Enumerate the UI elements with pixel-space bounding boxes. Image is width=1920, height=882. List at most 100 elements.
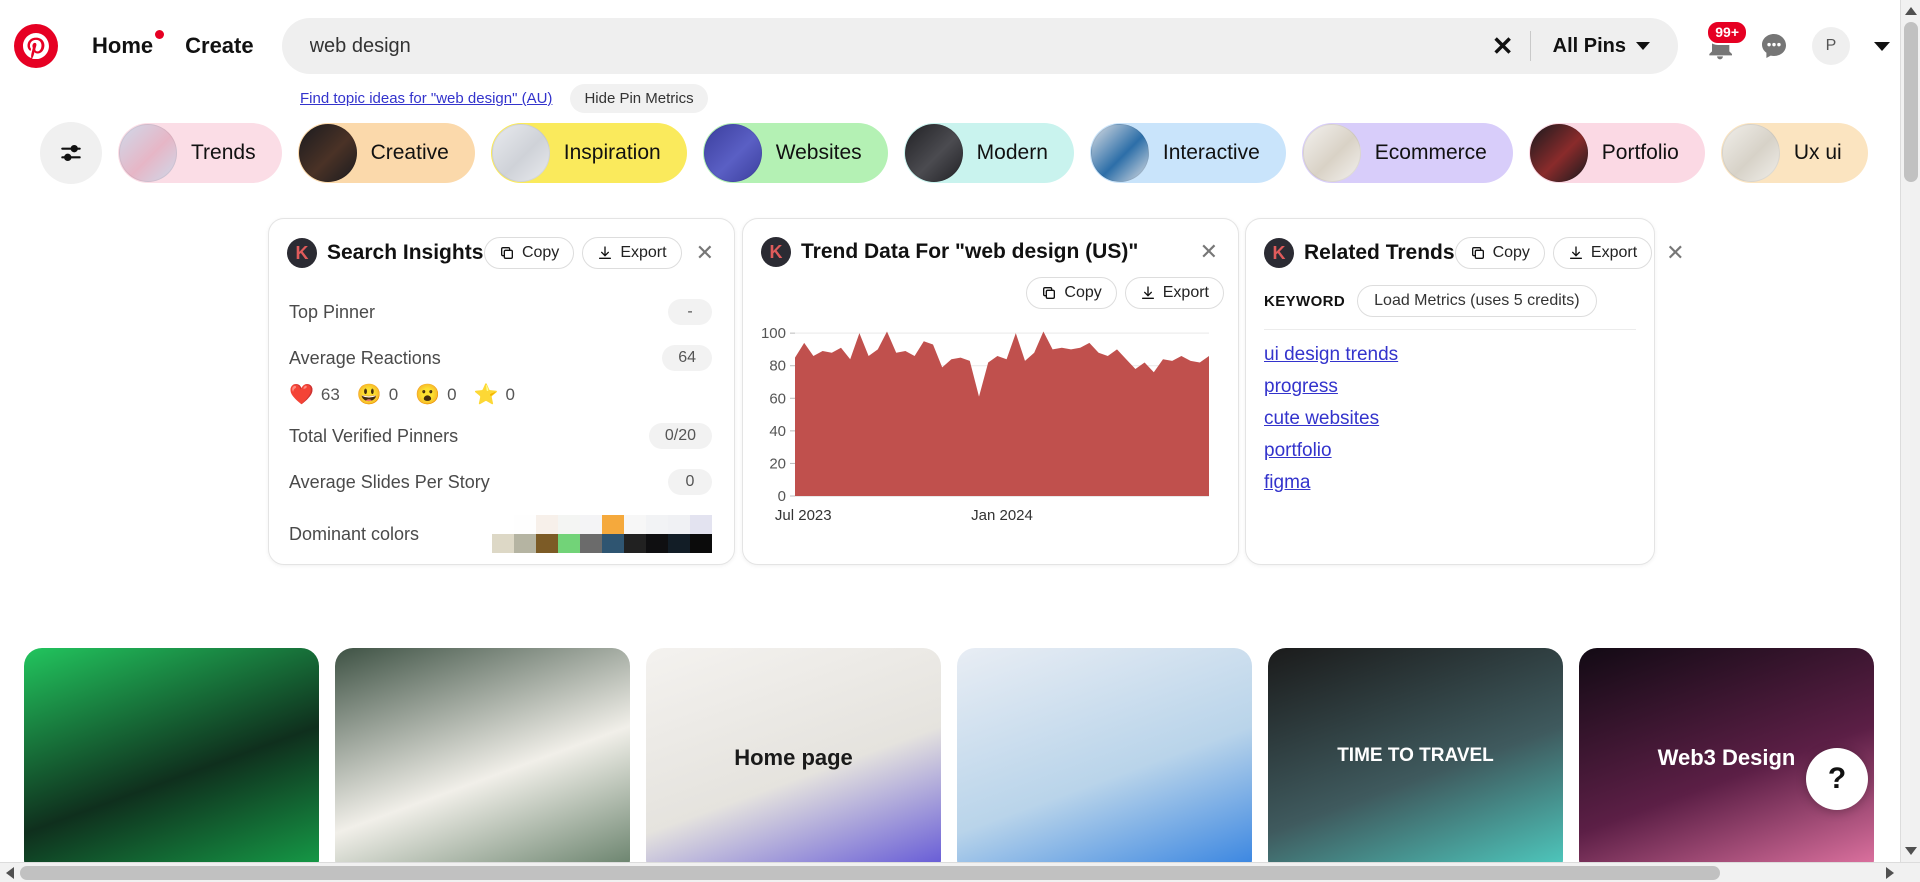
heart-eyes-reaction-count: 63	[320, 385, 340, 404]
chip-inspiration[interactable]: Inspiration	[490, 123, 687, 183]
help-button[interactable]: ?	[1806, 748, 1868, 810]
insight-label: Total Verified Pinners	[289, 425, 459, 446]
nav-create[interactable]: Create	[169, 23, 269, 69]
avatar[interactable]: P	[1812, 27, 1850, 65]
chart-y-tick-label: 60	[769, 390, 786, 407]
chevron-down-icon	[1636, 42, 1650, 50]
panel-title: Related Trends	[1304, 241, 1455, 264]
copy-button[interactable]: Copy	[483, 237, 575, 269]
trend-data-header: K Trend Data For "web design (US)" ✕	[743, 219, 1238, 273]
surprised-reaction-icon: 😮	[415, 384, 441, 406]
export-button[interactable]: Export	[1552, 237, 1653, 269]
export-button[interactable]: Export	[1124, 277, 1224, 309]
related-trend-link[interactable]: figma	[1264, 472, 1310, 494]
panel-actions: Copy Export ✕	[483, 237, 718, 269]
swatch-row-bottom	[492, 534, 712, 553]
color-swatch	[536, 515, 558, 534]
pin-time-to-travel[interactable]: TIME TO TRAVEL	[1268, 648, 1563, 878]
close-icon[interactable]: ✕	[692, 240, 718, 266]
account-chevron-down-icon[interactable]	[1874, 41, 1890, 51]
dominant-colors-row: Dominant colors	[289, 505, 712, 563]
color-swatch	[558, 534, 580, 553]
vertical-scrollbar[interactable]	[1900, 0, 1920, 862]
chip-creative[interactable]: Creative	[297, 123, 475, 183]
scroll-left-arrow-icon[interactable]	[6, 867, 14, 879]
vertical-scroll-thumb[interactable]	[1904, 22, 1918, 182]
related-trend-link[interactable]: progress	[1264, 376, 1338, 398]
trend-chart: 0 20 40 60 80 100 Jul 2023 Jan 2024	[743, 317, 1238, 532]
pin-caption: Home page	[734, 744, 853, 770]
sliders-icon[interactable]	[40, 122, 102, 184]
chip-portfolio[interactable]: Portfolio	[1528, 123, 1705, 183]
copy-button[interactable]: Copy	[1026, 277, 1117, 309]
avatar-label: P	[1825, 37, 1837, 54]
chip-thumbnail	[1529, 124, 1588, 182]
copy-icon	[500, 247, 513, 259]
search-box[interactable]: ✕ All Pins	[281, 18, 1678, 74]
brand-badge-icon: K	[287, 238, 317, 268]
insight-label: Average Slides Per Story	[289, 471, 490, 492]
copy-button[interactable]: Copy	[1454, 237, 1545, 269]
pin-xenon-bank[interactable]	[24, 648, 319, 878]
chip-ecommerce[interactable]: Ecommerce	[1301, 123, 1513, 183]
dominant-colors-swatches	[492, 515, 712, 553]
close-icon[interactable]: ✕	[1662, 240, 1688, 266]
insight-value: 64	[662, 345, 712, 371]
export-label: Export	[620, 244, 667, 261]
pin-furni-interior[interactable]	[335, 648, 630, 878]
close-icon[interactable]: ✕	[1196, 239, 1222, 265]
panel-actions: ✕	[1194, 239, 1222, 265]
trend-area-chart: 0 20 40 60 80 100 Jul 2023 Jan 2024	[761, 325, 1209, 524]
chip-label: Interactive	[1162, 141, 1260, 164]
chart-actions: Copy Export	[743, 273, 1238, 317]
chip-websites[interactable]: Websites	[702, 123, 888, 183]
pin-caption: TIME TO TRAVEL	[1337, 744, 1494, 766]
related-trend-link[interactable]: portfolio	[1264, 440, 1332, 462]
keyword-row: KEYWORD Load Metrics (uses 5 credits)	[1246, 275, 1654, 329]
insight-label: Average Reactions	[289, 347, 441, 368]
chip-modern[interactable]: Modern	[903, 123, 1074, 183]
pin-magic-flight[interactable]	[957, 648, 1252, 878]
search-input[interactable]	[309, 34, 1482, 58]
chip-interactive[interactable]: Interactive	[1089, 123, 1286, 183]
related-trend-link[interactable]: cute websites	[1264, 408, 1379, 430]
color-swatch	[602, 515, 624, 534]
dominant-colors-label: Dominant colors	[289, 523, 420, 544]
copy-label: Copy	[521, 244, 560, 261]
pin-grid: Home page TIME TO TRAVEL Web3 Design	[24, 648, 1904, 878]
top-navigation-bar: Home Create ✕ All Pins 99+ P	[0, 0, 1900, 92]
nav-home[interactable]: Home	[76, 23, 169, 69]
color-swatch	[668, 534, 690, 553]
hide-pin-metrics-button[interactable]: Hide Pin Metrics	[570, 84, 708, 113]
chip-label: Inspiration	[563, 141, 661, 164]
pin-home-page[interactable]: Home page	[646, 648, 941, 878]
chip-list: Trends Creative Inspiration Websites Modern I…	[118, 123, 1868, 183]
export-button[interactable]: Export	[582, 237, 682, 269]
search-clear-icon[interactable]: ✕	[1482, 25, 1524, 67]
search-divider	[1529, 31, 1531, 61]
all-pins-dropdown[interactable]: All Pins	[1537, 23, 1672, 69]
messages-button[interactable]	[1750, 22, 1798, 70]
scroll-right-arrow-icon[interactable]	[1886, 867, 1894, 879]
chip-ux-ui[interactable]: Ux ui	[1720, 123, 1868, 183]
chart-y-tick-label: 40	[769, 423, 786, 440]
swatch-row-top	[492, 515, 712, 534]
insight-value: -	[668, 299, 712, 325]
download-icon	[599, 246, 612, 259]
notifications-button[interactable]: 99+	[1696, 20, 1748, 70]
keyword-column-label: KEYWORD	[1264, 292, 1346, 310]
chart-area-series	[795, 331, 1209, 496]
scroll-up-arrow-icon[interactable]	[1905, 7, 1917, 15]
pinterest-logo-icon[interactable]	[14, 24, 58, 68]
panel-title: Search Insights	[327, 241, 484, 264]
load-metrics-button[interactable]: Load Metrics (uses 5 credits)	[1357, 285, 1597, 317]
chip-trends[interactable]: Trends	[118, 123, 282, 183]
copy-label: Copy	[1492, 244, 1530, 261]
related-trend-link[interactable]: ui design trends	[1264, 344, 1398, 366]
scroll-down-arrow-icon[interactable]	[1905, 847, 1917, 855]
surprised-reaction-count: 0	[447, 385, 457, 404]
horizontal-scroll-thumb[interactable]	[20, 866, 1720, 880]
nav-create-label: Create	[185, 33, 254, 58]
find-topic-ideas-link[interactable]: Find topic ideas for "web design" (AU)	[300, 90, 552, 107]
horizontal-scrollbar[interactable]	[0, 862, 1920, 882]
